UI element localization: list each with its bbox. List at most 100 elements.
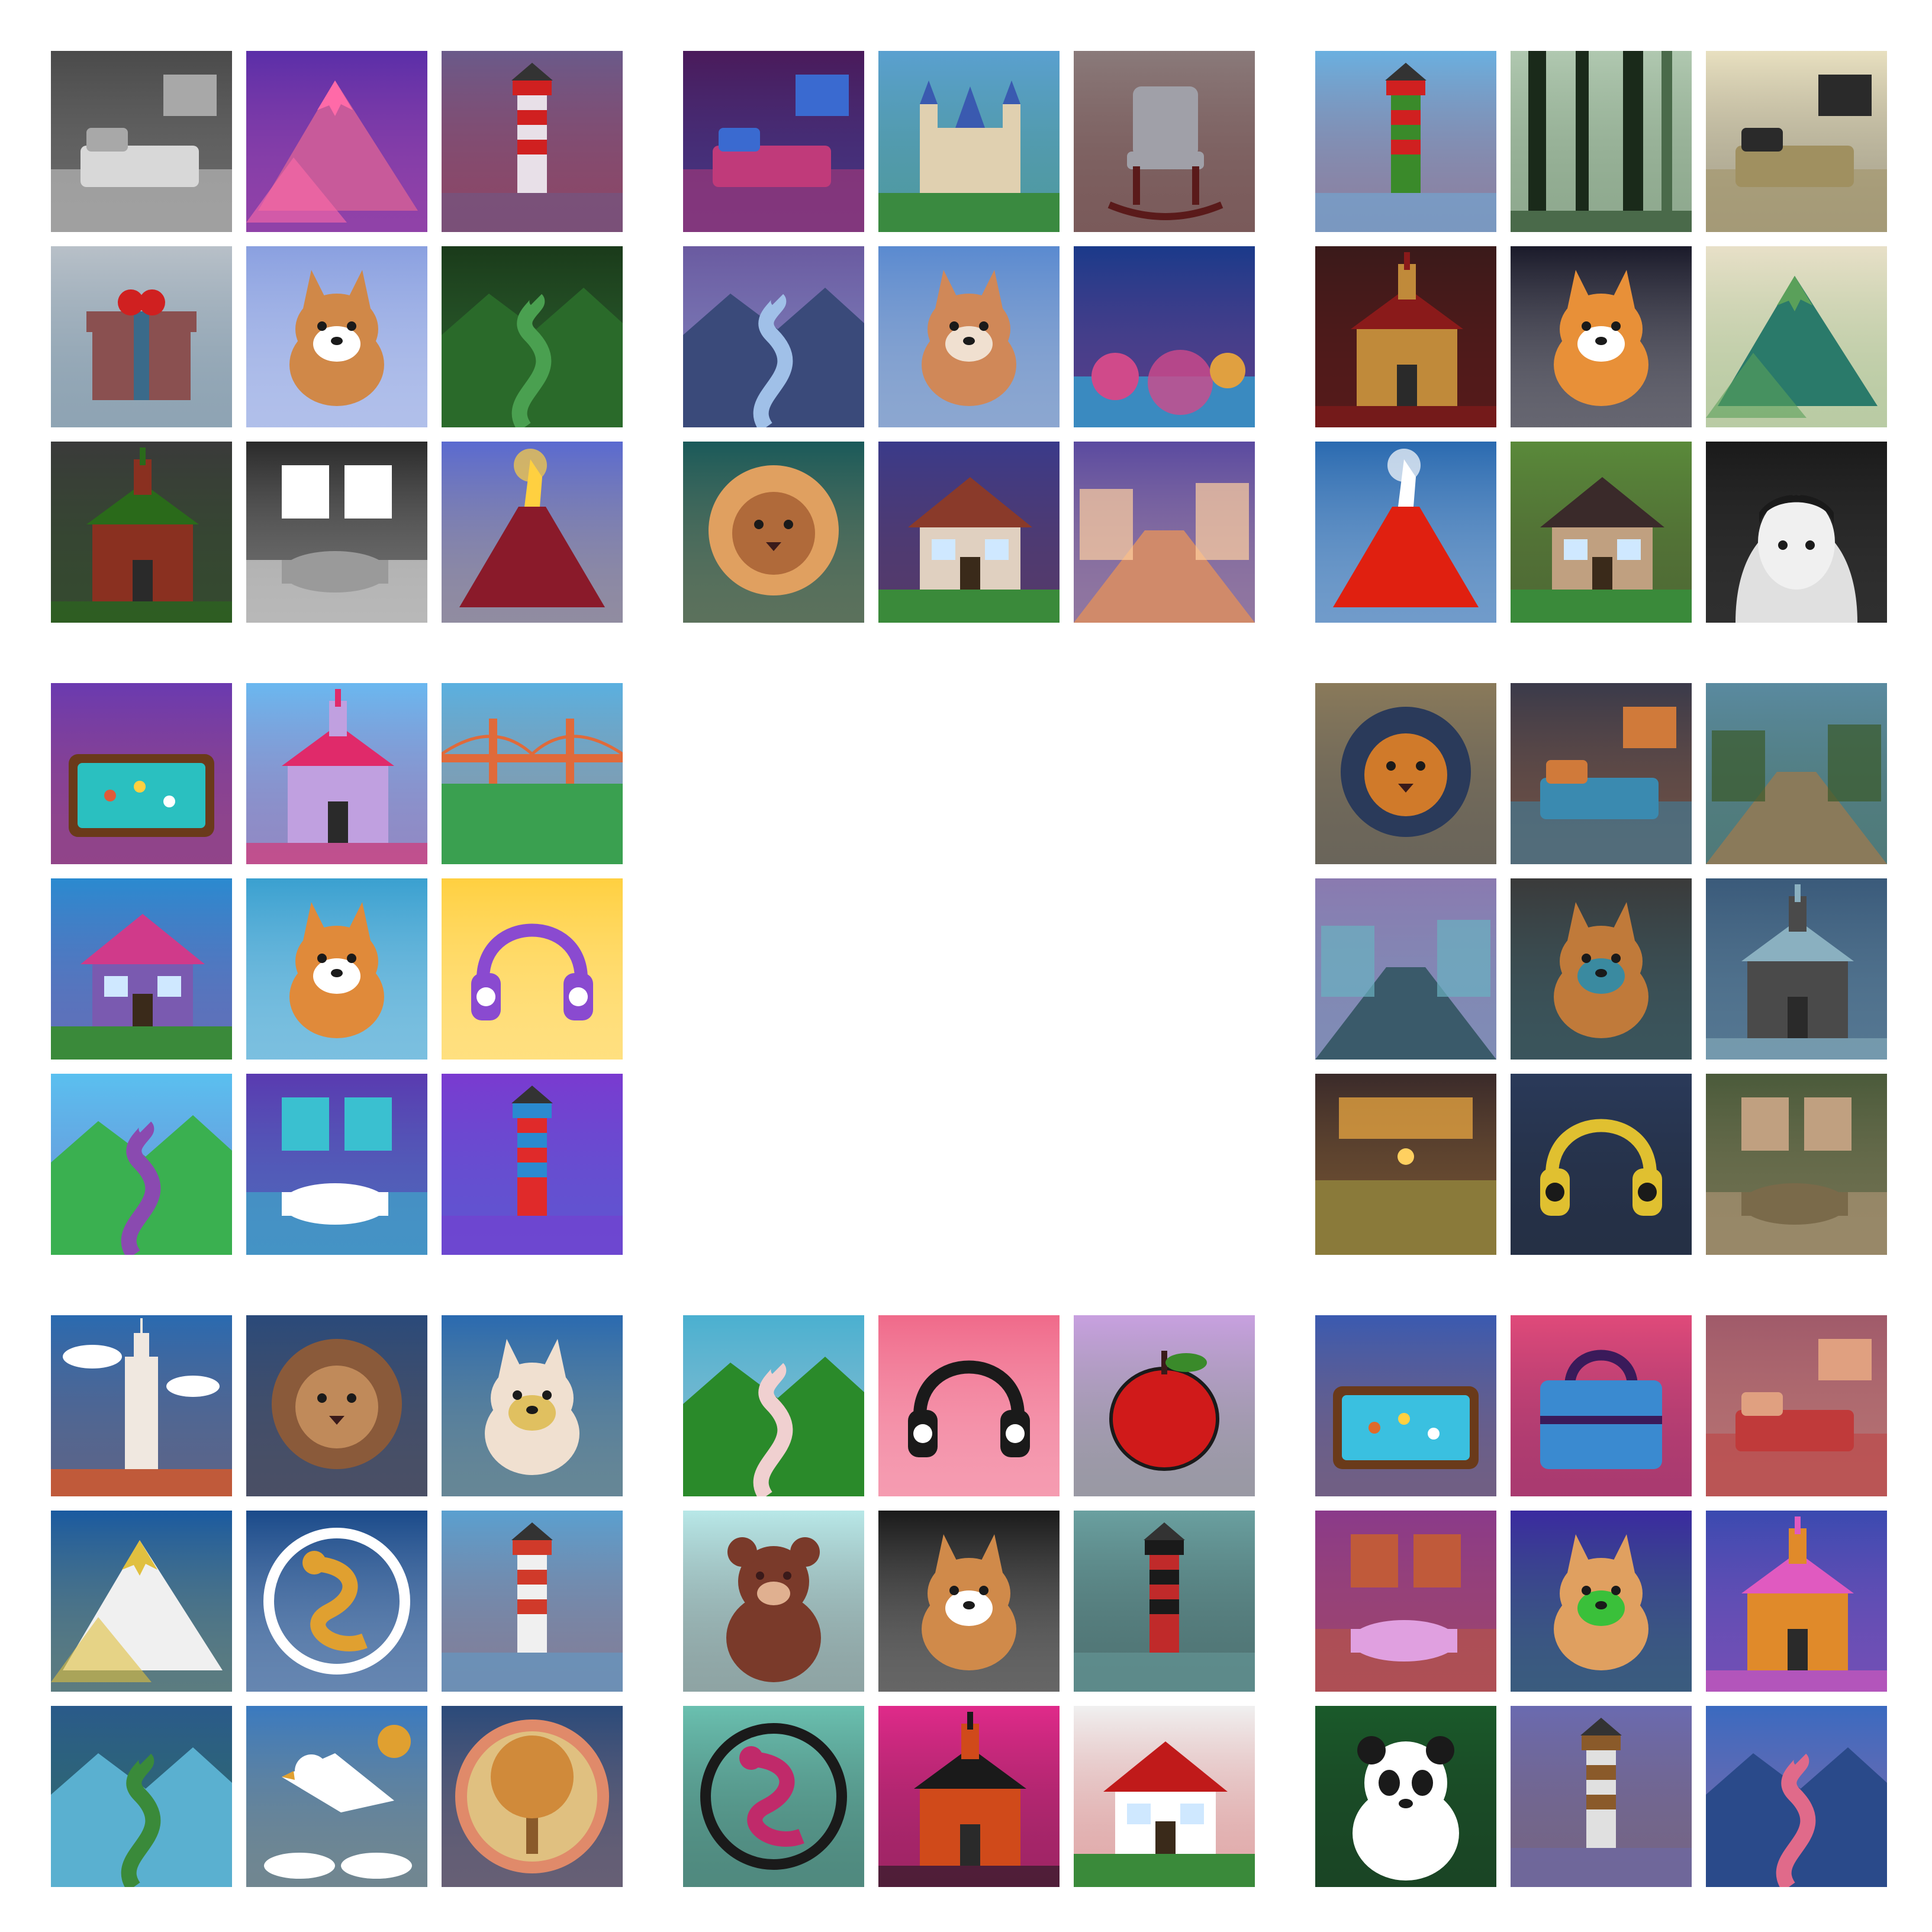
bathroom-image (1706, 1074, 1887, 1255)
image-tile-lighthouse (442, 1074, 623, 1255)
teddy-bear-image (683, 1511, 864, 1692)
image-tile-bedroom (51, 51, 232, 232)
image-tile-house (878, 442, 1060, 623)
image-tile-living-room (1706, 1315, 1887, 1496)
image-tile-apple (1074, 1315, 1255, 1496)
image-tile-desert-town (1706, 683, 1887, 864)
image-tile-castle (878, 51, 1060, 232)
mountains-image (1706, 246, 1887, 427)
image-tile-corgi (1511, 246, 1692, 427)
river-image (51, 1074, 232, 1255)
image-tile-headphones (878, 1315, 1060, 1496)
lighthouse-image (442, 51, 623, 232)
image-tile-church (1706, 1511, 1887, 1692)
image-tile-hooded-girl (1706, 442, 1887, 623)
image-tile-corgi (246, 878, 427, 1060)
image-tile-lion (683, 442, 864, 623)
living-room-image (1706, 51, 1887, 232)
image-tile-living-room (1706, 51, 1887, 232)
temple-image (1315, 246, 1496, 427)
lighthouse-image (442, 1074, 623, 1255)
coral-reef-image (1074, 246, 1255, 427)
image-tile-tree (442, 1706, 623, 1887)
lion-image (246, 1315, 427, 1496)
image-tile-mountain (246, 51, 427, 232)
image-tile-mountain (51, 1511, 232, 1692)
panda-image (1315, 1706, 1496, 1887)
headphones-image (442, 878, 623, 1060)
image-tile-temple (878, 1706, 1060, 1887)
pool-table-image (1315, 1315, 1496, 1496)
image-tile-bridge (442, 683, 623, 864)
image-tile-pool-table (1315, 1315, 1496, 1496)
house-image (878, 442, 1060, 623)
handbag-image (1511, 1315, 1692, 1496)
corgi-image (442, 1315, 623, 1496)
corgi-image (1511, 246, 1692, 427)
eagle-image (246, 1706, 427, 1887)
image-tile-valley (442, 246, 623, 427)
image-tile-handbag (1511, 1315, 1692, 1496)
living-room-image (1706, 1315, 1887, 1496)
bathroom-image (246, 442, 427, 623)
lighthouse-image (1511, 1706, 1692, 1887)
image-group-animated-film (683, 51, 1255, 623)
image-tile-teddy-bear (683, 1511, 864, 1692)
image-tile-house (1074, 1706, 1255, 1887)
corgi-image (246, 246, 427, 427)
corgi-image (878, 246, 1060, 427)
image-tile-bathroom (246, 1074, 427, 1255)
house-image (1074, 1706, 1255, 1887)
tree-image (442, 1706, 623, 1887)
headphones-image (878, 1315, 1060, 1496)
image-group-flat-icon (683, 1315, 1255, 1887)
image-tile-volcano (442, 442, 623, 623)
pool-table-image (51, 683, 232, 864)
forest-image (1511, 51, 1692, 232)
image-tile-river-canyon (683, 246, 864, 427)
river-image (683, 1315, 864, 1496)
image-tile-rocking-chair (1074, 51, 1255, 232)
image-tile-river (683, 1315, 864, 1496)
image-tile-panda (1315, 1706, 1496, 1887)
image-tile-lighthouse (1074, 1511, 1255, 1692)
house-image (51, 878, 232, 1060)
game-room-image (683, 51, 864, 232)
image-tile-pool-table (51, 683, 232, 864)
skyscraper-image (51, 1315, 232, 1496)
bathroom-image (1315, 1511, 1496, 1692)
image-tile-dragon (683, 1706, 864, 1887)
image-tile-church (246, 683, 427, 864)
bridge-image (442, 683, 623, 864)
image-tile-corgi (442, 1315, 623, 1496)
image-tile-ruins (1315, 878, 1496, 1060)
image-tile-mountains (1706, 246, 1887, 427)
image-tile-game-room (683, 51, 864, 232)
image-tile-corgi (246, 246, 427, 427)
bathroom-image (246, 1074, 427, 1255)
church-image (1706, 878, 1887, 1060)
image-tile-headphones (442, 878, 623, 1060)
corgi-image (878, 1511, 1060, 1692)
landscape-image (51, 1706, 232, 1887)
lighthouse-image (1315, 51, 1496, 232)
hooded-girl-image (1706, 442, 1887, 623)
corgi-image (246, 878, 427, 1060)
image-group-pixel-art (1315, 1315, 1887, 1887)
mountain-image (51, 1511, 232, 1692)
image-tile-bedroom (1511, 683, 1692, 864)
image-tile-church (1706, 878, 1887, 1060)
desert-town-image (1706, 683, 1887, 864)
image-tile-lion (246, 1315, 427, 1496)
corgi-image (1511, 878, 1692, 1060)
valley-image (442, 246, 623, 427)
church-image (246, 683, 427, 864)
church-image (1706, 1511, 1887, 1692)
image-tile-street (1074, 442, 1255, 623)
volcano-image (1315, 442, 1496, 623)
image-tile-house (51, 878, 232, 1060)
image-tile-bathroom (246, 442, 427, 623)
rocking-chair-image (1074, 51, 1255, 232)
corgi-image (1511, 1511, 1692, 1692)
image-group-illustration (1315, 51, 1887, 623)
